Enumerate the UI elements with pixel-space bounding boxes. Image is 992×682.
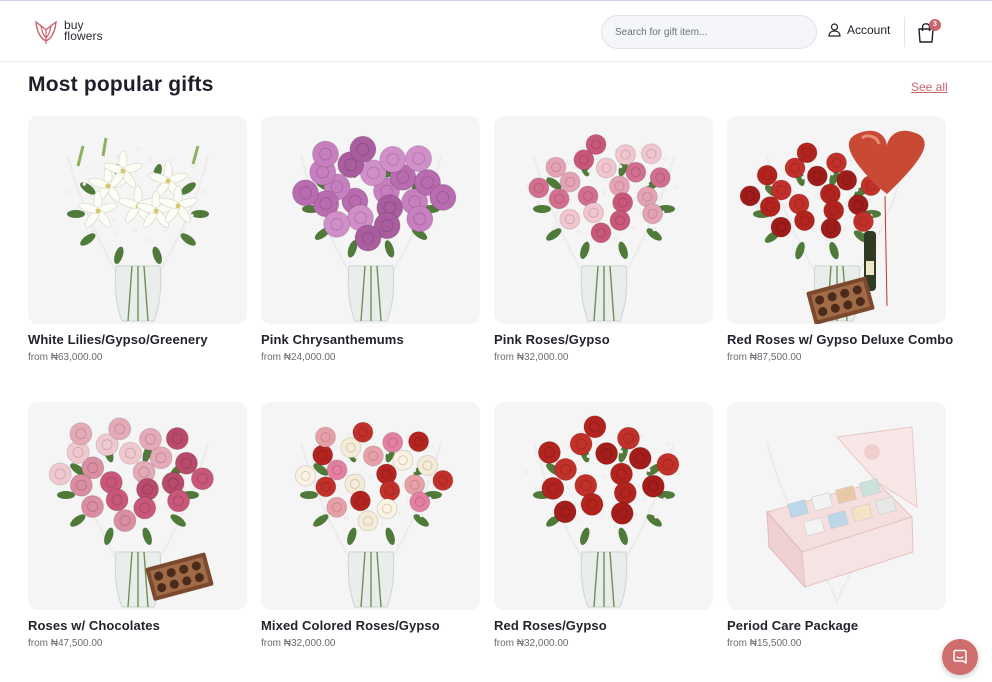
see-all-link[interactable]: See all — [911, 80, 948, 94]
product-name[interactable]: Red Roses/Gypso — [494, 618, 713, 633]
product-name[interactable]: Pink Chrysanthemums — [261, 332, 480, 347]
product-image[interactable] — [727, 116, 946, 324]
product-price: from ₦32,000.00 — [261, 638, 336, 649]
chat-button[interactable] — [942, 639, 978, 675]
user-icon — [828, 23, 841, 37]
product-image[interactable] — [28, 402, 247, 610]
product-price: from ₦24,000.00 — [261, 352, 336, 363]
product-price: from ₦32,000.00 — [494, 638, 569, 649]
product-name[interactable]: Pink Roses/Gypso — [494, 332, 713, 347]
brand-name: buy flowers — [64, 19, 103, 43]
product-price: from ₦63,000.00 — [28, 352, 103, 363]
product-image[interactable] — [261, 116, 480, 324]
product-image[interactable] — [494, 116, 713, 324]
product-card[interactable]: White Lilies/Gypso/Greenery from ₦63,000.… — [28, 116, 247, 363]
account-label: Account — [847, 23, 891, 37]
product-card[interactable]: Pink Roses/Gypso from ₦32,000.00 — [494, 116, 713, 363]
product-price: from ₦87,500.00 — [727, 352, 802, 363]
product-card[interactable]: Period Care Package from ₦15,500.00 — [727, 402, 946, 649]
product-price: from ₦15,500.00 — [727, 638, 802, 649]
cart-count-badge: 3 — [929, 19, 941, 31]
product-name[interactable]: Roses w/ Chocolates — [28, 618, 247, 633]
product-image[interactable] — [727, 402, 946, 610]
site-header: buy flowers Account 3 — [0, 2, 992, 62]
product-image[interactable] — [28, 116, 247, 324]
product-price: from ₦47,500.00 — [28, 638, 103, 649]
product-image[interactable] — [261, 402, 480, 610]
product-card[interactable]: Mixed Colored Roses/Gypso from ₦32,000.00 — [261, 402, 480, 649]
brand-logo[interactable]: buy flowers — [33, 17, 103, 45]
product-card[interactable]: Red Roses/Gypso from ₦32,000.00 — [494, 402, 713, 649]
product-name[interactable]: Period Care Package — [727, 618, 946, 633]
logo-tulip-icon — [35, 20, 57, 44]
section-title: Most popular gifts — [28, 73, 214, 96]
product-card[interactable]: Red Roses w/ Gypso Deluxe Combo from ₦87,… — [727, 116, 953, 363]
product-card[interactable]: Roses w/ Chocolates from ₦47,500.00 — [28, 402, 247, 649]
account-button[interactable]: Account — [828, 23, 890, 37]
header-divider — [904, 17, 905, 47]
product-name[interactable]: Red Roses w/ Gypso Deluxe Combo — [727, 332, 953, 347]
chat-icon — [953, 649, 967, 664]
product-name[interactable]: Mixed Colored Roses/Gypso — [261, 618, 480, 633]
product-name[interactable]: White Lilies/Gypso/Greenery — [28, 332, 247, 347]
product-price: from ₦32,000.00 — [494, 352, 569, 363]
search-input[interactable] — [601, 15, 817, 49]
page-frame: buy flowers Account 3 Most popular gifts… — [0, 0, 992, 682]
brand-name-line2: flowers — [64, 29, 103, 43]
product-image[interactable] — [494, 402, 713, 610]
product-card[interactable]: Pink Chrysanthemums from ₦24,000.00 — [261, 116, 480, 363]
